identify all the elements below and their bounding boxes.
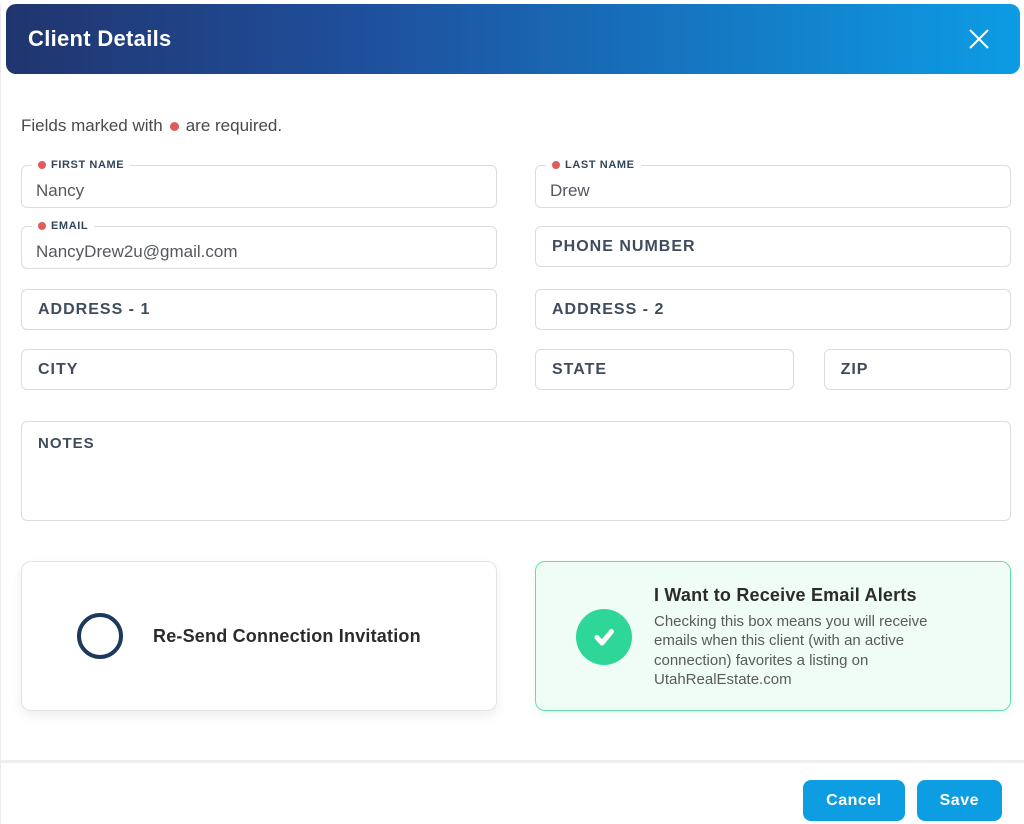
cancel-button[interactable]: Cancel [803,780,904,821]
state-input[interactable] [535,349,794,390]
required-dot-icon [552,161,560,169]
resend-invitation-label: Re-Send Connection Invitation [153,626,421,647]
last-name-label: LAST NAME [546,158,641,172]
first-name-label: FIRST NAME [32,158,130,172]
email-label: EMAIL [32,219,94,233]
client-details-modal: Client Details Fields marked with are re… [1,4,1024,824]
required-dot-icon [170,122,179,131]
close-button[interactable] [962,22,996,56]
last-name-input[interactable] [536,166,1010,207]
modal-title: Client Details [28,26,172,52]
form-area: FIRST NAME LAST NAME EMAIL [1,165,1024,711]
required-note-suffix: are required. [186,116,282,136]
email-alerts-title: I Want to Receive Email Alerts [654,585,974,606]
address-row [21,289,1011,330]
notes-textarea[interactable] [21,421,1011,521]
resend-invitation-option[interactable]: Re-Send Connection Invitation [21,561,497,711]
notes-row [21,421,1011,526]
close-icon [964,24,994,54]
modal-header: Client Details [6,4,1020,74]
phone-input[interactable] [535,226,1011,267]
address2-input[interactable] [535,289,1011,330]
required-dot-icon [38,161,46,169]
check-icon[interactable] [576,609,632,665]
state-zip-group [535,349,1011,390]
required-note: Fields marked with are required. [21,116,1005,136]
required-dot-icon [38,222,46,230]
email-field-wrapper: EMAIL [21,226,497,269]
modal-footer: Cancel Save [1,763,1024,821]
city-state-zip-row [21,349,1011,390]
required-note-prefix: Fields marked with [21,116,163,136]
email-phone-row: EMAIL [21,226,1011,269]
address1-input[interactable] [21,289,497,330]
email-alerts-description: Checking this box means you will receive… [654,612,974,689]
first-name-field-wrapper: FIRST NAME [21,165,497,208]
zip-input[interactable] [824,349,1011,390]
email-alerts-option[interactable]: I Want to Receive Email Alerts Checking … [535,561,1011,711]
city-input[interactable] [21,349,497,390]
first-name-input[interactable] [22,166,496,207]
save-button[interactable]: Save [917,780,1002,821]
email-input[interactable] [22,227,496,268]
radio-circle-icon[interactable] [77,613,123,659]
name-row: FIRST NAME LAST NAME [21,165,1011,208]
email-alerts-text: I Want to Receive Email Alerts Checking … [654,585,974,689]
options-row: Re-Send Connection Invitation I Want to … [21,561,1011,711]
last-name-field-wrapper: LAST NAME [535,165,1011,208]
